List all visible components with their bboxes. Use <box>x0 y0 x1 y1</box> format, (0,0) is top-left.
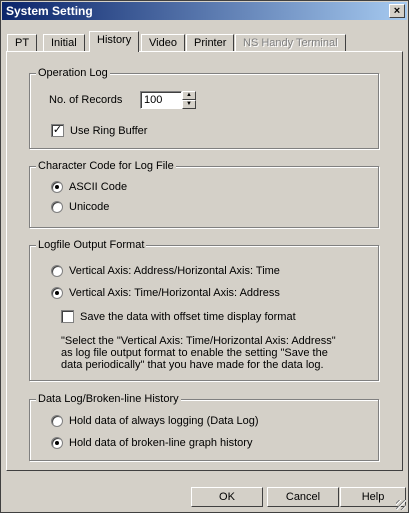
character-code-group: Character Code for Log File <box>29 160 379 228</box>
radio-broken-line[interactable]: Hold data of broken-line graph history <box>51 437 252 449</box>
unicode-label: Unicode <box>69 201 110 213</box>
operation-log-title: Operation Log <box>36 67 110 79</box>
title-bar: System Setting × <box>2 2 407 20</box>
records-label: No. of Records <box>49 94 123 106</box>
spin-up-icon[interactable]: ▲ <box>182 91 196 100</box>
window-title: System Setting <box>6 4 93 18</box>
ring-buffer-label: Use Ring Buffer <box>70 124 148 137</box>
ascii-code-label: ASCII Code <box>69 181 128 193</box>
vertical-address-label: Vertical Axis: Address/Horizontal Axis: … <box>69 265 280 277</box>
offset-time-label: Save the data with offset time display f… <box>80 310 296 323</box>
radio-ascii-code[interactable]: ASCII Code <box>51 181 127 193</box>
tab-video[interactable]: Video <box>141 34 185 51</box>
radio-selected-icon[interactable] <box>51 181 63 193</box>
data-log-group: Data Log/Broken-line History <box>29 393 379 461</box>
note-line: "Select the "Vertical Axis: Time/Horizon… <box>61 335 336 347</box>
ring-buffer-check-icon[interactable]: ✓ <box>51 124 64 137</box>
tab-history[interactable]: History <box>89 31 140 52</box>
cancel-button[interactable]: Cancel <box>267 487 339 507</box>
operation-log-group: Operation Log <box>29 67 379 149</box>
tab-printer[interactable]: Printer <box>186 34 235 51</box>
offset-time-check-icon[interactable] <box>61 310 74 323</box>
always-logging-label: Hold data of always logging (Data Log) <box>69 415 259 427</box>
tab-ns-handy-terminal: NS Handy Terminal <box>235 34 346 51</box>
radio-unselected-icon[interactable] <box>51 265 63 277</box>
radio-unselected-icon[interactable] <box>51 201 63 213</box>
tab-initial[interactable]: Initial <box>43 34 85 51</box>
radio-unselected-icon[interactable] <box>51 415 63 427</box>
radio-vertical-time[interactable]: Vertical Axis: Time/Horizontal Axis: Add… <box>51 287 280 299</box>
system-setting-dialog: System Setting × PT Initial History Vide… <box>0 0 409 513</box>
character-code-title: Character Code for Log File <box>36 160 176 172</box>
ok-button[interactable]: OK <box>191 487 263 507</box>
spin-down-icon[interactable]: ▼ <box>182 100 196 109</box>
note-line: as log file output format to enable the … <box>61 347 328 359</box>
radio-vertical-address[interactable]: Vertical Axis: Address/Horizontal Axis: … <box>51 265 280 277</box>
radio-selected-icon[interactable] <box>51 287 63 299</box>
records-input[interactable]: 100 <box>140 91 182 109</box>
radio-always-logging[interactable]: Hold data of always logging (Data Log) <box>51 415 259 427</box>
radio-selected-icon[interactable] <box>51 437 63 449</box>
ring-buffer-checkbox[interactable]: ✓ Use Ring Buffer <box>51 124 147 137</box>
note-line: data periodically" that you have made fo… <box>61 359 324 371</box>
offset-time-checkbox[interactable]: Save the data with offset time display f… <box>61 310 296 323</box>
vertical-time-label: Vertical Axis: Time/Horizontal Axis: Add… <box>69 287 280 299</box>
records-stepper[interactable]: 100 ▲ ▼ <box>140 91 196 109</box>
close-icon[interactable]: × <box>389 4 405 18</box>
tab-pt[interactable]: PT <box>7 34 38 51</box>
output-format-note: "Select the "Vertical Axis: Time/Horizon… <box>61 335 361 371</box>
broken-line-label: Hold data of broken-line graph history <box>69 437 253 449</box>
output-format-title: Logfile Output Format <box>36 239 147 251</box>
radio-unicode[interactable]: Unicode <box>51 201 109 213</box>
resize-grip-icon[interactable] <box>396 500 406 510</box>
data-log-title: Data Log/Broken-line History <box>36 393 181 405</box>
